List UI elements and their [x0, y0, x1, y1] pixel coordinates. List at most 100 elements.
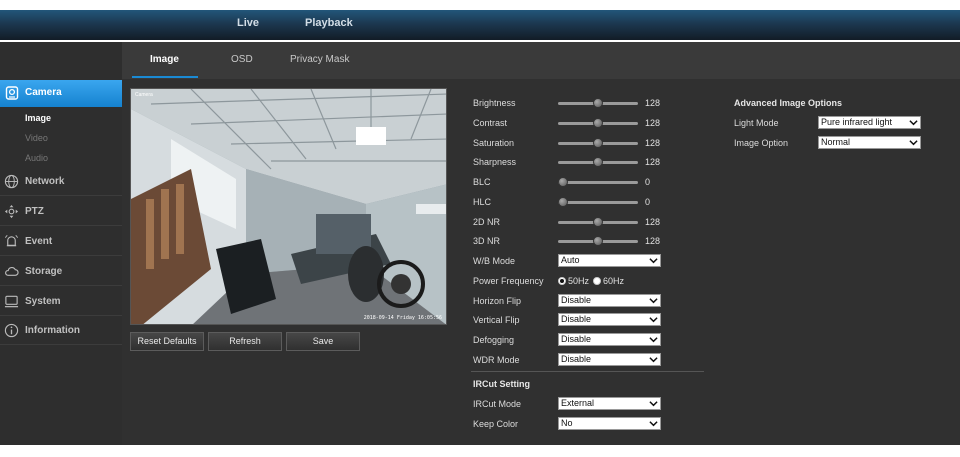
save-button[interactable]: Save: [286, 332, 360, 351]
slider-label: 3D NR: [473, 236, 501, 246]
chevron-down-icon: [909, 120, 918, 126]
slider-brightness[interactable]: [558, 98, 638, 108]
defogging-value: Disable: [561, 334, 592, 344]
chevron-down-icon: [649, 298, 658, 304]
sidebar-item-event[interactable]: Event: [0, 227, 122, 256]
wb-mode-select[interactable]: Auto: [558, 254, 661, 267]
slider-saturation[interactable]: [558, 138, 638, 148]
cloud-icon: [5, 267, 19, 276]
vertical-flip-label: Vertical Flip: [473, 315, 520, 325]
slider-thumb[interactable]: [593, 236, 604, 246]
slider-value: 128: [645, 236, 661, 246]
sidebar-item-label: Information: [25, 325, 80, 336]
slider-value: 128: [645, 138, 661, 148]
sidebar-item-network[interactable]: Network: [0, 167, 122, 196]
top-nav-bar: Live Playback: [0, 10, 960, 40]
advanced-options-title: Advanced Image Options: [734, 98, 843, 108]
app-window: Live Playback Camera Image Video Audio N…: [0, 0, 960, 457]
slider-value: 0: [645, 177, 651, 187]
slider-thumb[interactable]: [593, 138, 604, 148]
image-option-select[interactable]: Normal: [818, 136, 921, 149]
wdr-mode-select[interactable]: Disable: [558, 353, 661, 366]
slider-track: [558, 181, 638, 184]
vertical-flip-value: Disable: [561, 314, 592, 324]
slider-track: [558, 201, 638, 204]
keep-color-select[interactable]: No: [558, 417, 661, 430]
slider-label: Brightness: [473, 98, 516, 108]
chevron-down-icon: [649, 421, 658, 427]
slider-thumb[interactable]: [558, 197, 568, 207]
slider-contrast[interactable]: [558, 118, 638, 128]
radio-60hz[interactable]: [593, 277, 601, 285]
defogging-label: Defogging: [473, 335, 515, 345]
slider-value: 128: [645, 217, 661, 227]
sidebar-item-camera[interactable]: Camera: [0, 80, 128, 107]
slider-thumb[interactable]: [558, 177, 568, 187]
globe-icon: [4, 174, 19, 189]
slider-3d-nr[interactable]: [558, 236, 638, 246]
radio-50hz[interactable]: [558, 277, 566, 285]
tab-privacy-mask[interactable]: Privacy Mask: [290, 54, 349, 65]
slider-hlc[interactable]: [558, 197, 638, 207]
sidebar-item-storage[interactable]: Storage: [0, 257, 122, 286]
wdr-mode-label: WDR Mode: [473, 355, 520, 365]
sidebar-item-label: Network: [25, 176, 65, 187]
active-tab-indicator: [132, 76, 198, 78]
slider-thumb[interactable]: [593, 118, 604, 128]
chevron-down-icon: [649, 357, 658, 363]
sidebar-item-system[interactable]: System: [0, 287, 122, 316]
ircut-section-title: IRCut Setting: [473, 379, 530, 389]
keep-color-value: No: [561, 418, 573, 428]
chevron-down-icon: [649, 258, 658, 264]
content-area: Image OSD Privacy Mask Camera 2018-09-14…: [122, 42, 960, 445]
camera-scene-image: [131, 89, 446, 324]
radio-label: 60Hz: [603, 276, 625, 286]
monitor-icon: [4, 295, 19, 308]
slider-value: 128: [645, 118, 661, 128]
sidebar: Camera Image Video Audio Network PTZ Eve…: [0, 42, 128, 445]
slider-label: BLC: [473, 177, 491, 187]
light-mode-label: Light Mode: [734, 118, 779, 128]
ircut-mode-select[interactable]: External: [558, 397, 661, 410]
sidebar-item-label: Camera: [25, 87, 62, 98]
ptz-icon: [4, 204, 19, 219]
slider-label: 2D NR: [473, 217, 501, 227]
tab-osd[interactable]: OSD: [231, 54, 253, 65]
slider-thumb[interactable]: [593, 98, 604, 108]
nav-playback[interactable]: Playback: [305, 17, 353, 29]
slider-thumb[interactable]: [593, 217, 604, 227]
sidebar-item-label: PTZ: [25, 206, 44, 217]
vertical-flip-select[interactable]: Disable: [558, 313, 661, 326]
slider-label: Contrast: [473, 118, 508, 128]
camera-icon: [5, 86, 19, 100]
sidebar-item-information[interactable]: Information: [0, 316, 122, 345]
power-frequency-label: Power Frequency: [473, 276, 544, 286]
info-icon: [4, 323, 19, 338]
sidebar-item-label: Event: [25, 236, 53, 247]
sidebar-sub-image[interactable]: Image: [25, 113, 51, 123]
tab-image[interactable]: Image: [150, 54, 179, 65]
refresh-button[interactable]: Refresh: [208, 332, 282, 351]
horizon-flip-select[interactable]: Disable: [558, 294, 661, 307]
slider-value: 0: [645, 197, 651, 207]
slider-blc[interactable]: [558, 177, 638, 187]
reset-defaults-button[interactable]: Reset Defaults: [130, 332, 204, 351]
sidebar-item-ptz[interactable]: PTZ: [0, 197, 122, 226]
sidebar-sub-audio[interactable]: Audio: [25, 153, 48, 163]
chevron-down-icon: [909, 140, 918, 146]
light-mode-value: Pure infrared light: [821, 117, 893, 127]
slider-value: 128: [645, 157, 661, 167]
sidebar-sub-video[interactable]: Video: [25, 133, 48, 143]
slider-thumb[interactable]: [593, 157, 604, 167]
ircut-mode-label: IRCut Mode: [473, 399, 522, 409]
section-divider: [471, 371, 704, 372]
defogging-select[interactable]: Disable: [558, 333, 661, 346]
chevron-down-icon: [649, 317, 658, 323]
video-preview[interactable]: Camera 2018-09-14 Friday 16:05:56: [130, 88, 447, 325]
main-panel: Camera Image Video Audio Network PTZ Eve…: [0, 42, 960, 445]
light-mode-select[interactable]: Pure infrared light: [818, 116, 921, 129]
chevron-down-icon: [649, 337, 658, 343]
nav-live[interactable]: Live: [237, 17, 259, 29]
slider-2d-nr[interactable]: [558, 217, 638, 227]
slider-sharpness[interactable]: [558, 157, 638, 167]
